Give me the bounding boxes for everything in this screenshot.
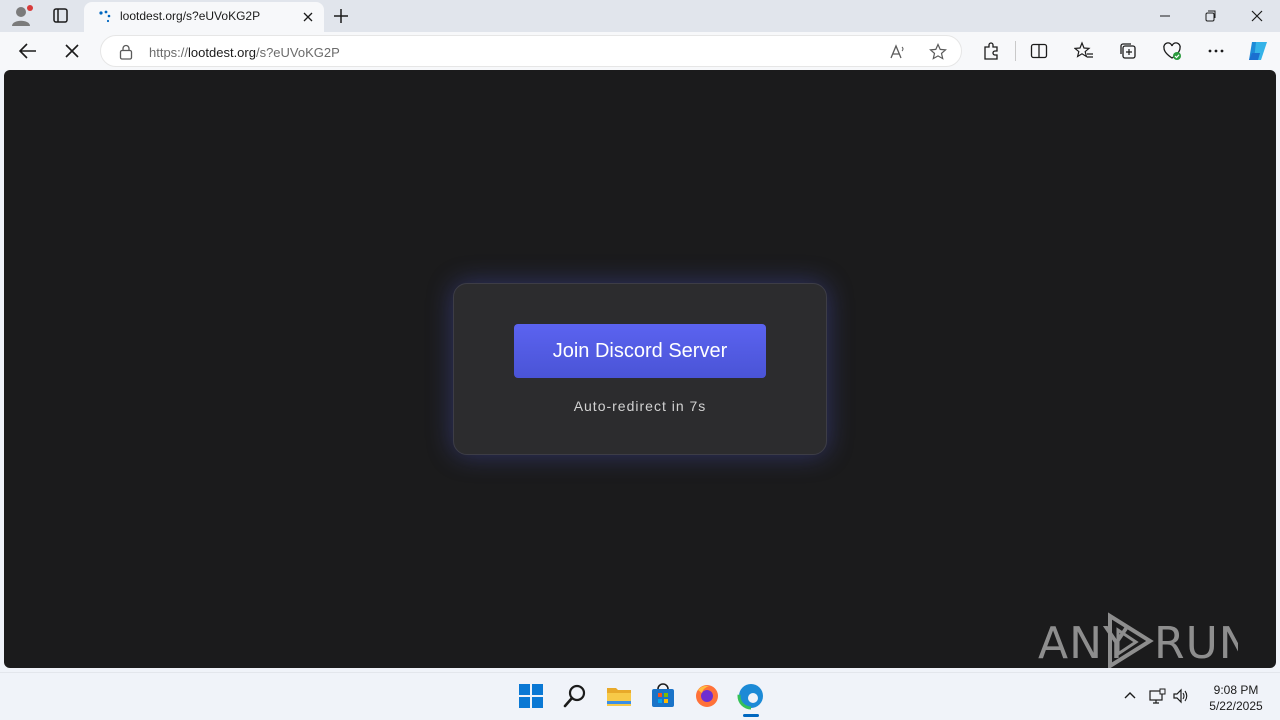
copilot-icon[interactable]: [1246, 39, 1270, 63]
page-viewport: Join Discord Server Auto-redirect in 7s …: [4, 70, 1276, 668]
favorites-icon[interactable]: [1073, 41, 1094, 61]
active-app-indicator: [743, 714, 759, 717]
network-icon[interactable]: [1148, 687, 1166, 705]
tab-actions-icon[interactable]: [48, 6, 72, 26]
join-discord-button[interactable]: Join Discord Server: [514, 324, 766, 378]
url-scheme: https://: [149, 45, 189, 60]
tab-close-icon[interactable]: [300, 9, 316, 25]
collections-icon[interactable]: [1118, 41, 1138, 61]
system-clock[interactable]: 9:08 PM 5/22/2025: [1200, 682, 1272, 714]
windows-start-icon[interactable]: [516, 681, 546, 711]
microsoft-store-icon[interactable]: [648, 681, 678, 711]
address-bar[interactable]: https://lootdest.org/s?eUVoKG2P: [100, 35, 962, 67]
url-host: lootdest.org: [188, 45, 256, 60]
edge-browser-icon[interactable]: [736, 681, 766, 711]
lock-icon[interactable]: [119, 44, 133, 60]
more-options-icon[interactable]: [1206, 41, 1226, 61]
auto-redirect-text: Auto-redirect in 7s: [573, 398, 707, 414]
restore-icon[interactable]: [1200, 6, 1220, 26]
stop-loading-icon[interactable]: [61, 40, 83, 62]
minimize-icon[interactable]: [1155, 6, 1175, 26]
url-path: /s?eUVoKG2P: [255, 45, 340, 60]
url-text: https://lootdest.org/s?eUVoKG2P: [149, 45, 340, 60]
search-icon[interactable]: [560, 681, 590, 711]
redirect-card: Join Discord Server Auto-redirect in 7s: [453, 283, 827, 455]
tab-strip: lootdest.org/s?eUVoKG2P: [0, 0, 1280, 32]
clock-date: 5/22/2025: [1209, 699, 1263, 713]
watermark-text-right: RUN: [1154, 618, 1238, 668]
taskbar: 9:08 PM 5/22/2025: [0, 672, 1280, 720]
firefox-icon[interactable]: [692, 681, 722, 711]
active-tab[interactable]: lootdest.org/s?eUVoKG2P: [84, 2, 324, 32]
split-screen-icon[interactable]: [1029, 41, 1049, 61]
toolbar-divider: [1015, 41, 1016, 61]
extensions-icon[interactable]: [981, 41, 1001, 61]
show-hidden-icons-chevron-icon[interactable]: [1121, 687, 1139, 705]
anyrun-watermark: ANY RUN: [1038, 610, 1252, 668]
loading-spinner-icon: [98, 10, 112, 24]
clock-time: 9:08 PM: [1213, 683, 1259, 697]
close-window-icon[interactable]: [1247, 6, 1267, 26]
browser-essentials-icon[interactable]: [1162, 41, 1182, 61]
browser-toolbar: https://lootdest.org/s?eUVoKG2P: [0, 32, 1280, 70]
tab-title: lootdest.org/s?eUVoKG2P: [120, 9, 261, 23]
profile-avatar-icon[interactable]: [10, 5, 34, 27]
read-aloud-icon[interactable]: [889, 43, 907, 61]
back-arrow-icon[interactable]: [17, 40, 39, 62]
volume-icon[interactable]: [1172, 687, 1190, 705]
file-explorer-icon[interactable]: [604, 681, 634, 711]
favorite-star-icon[interactable]: [929, 43, 947, 61]
new-tab-plus-icon[interactable]: [332, 6, 350, 26]
